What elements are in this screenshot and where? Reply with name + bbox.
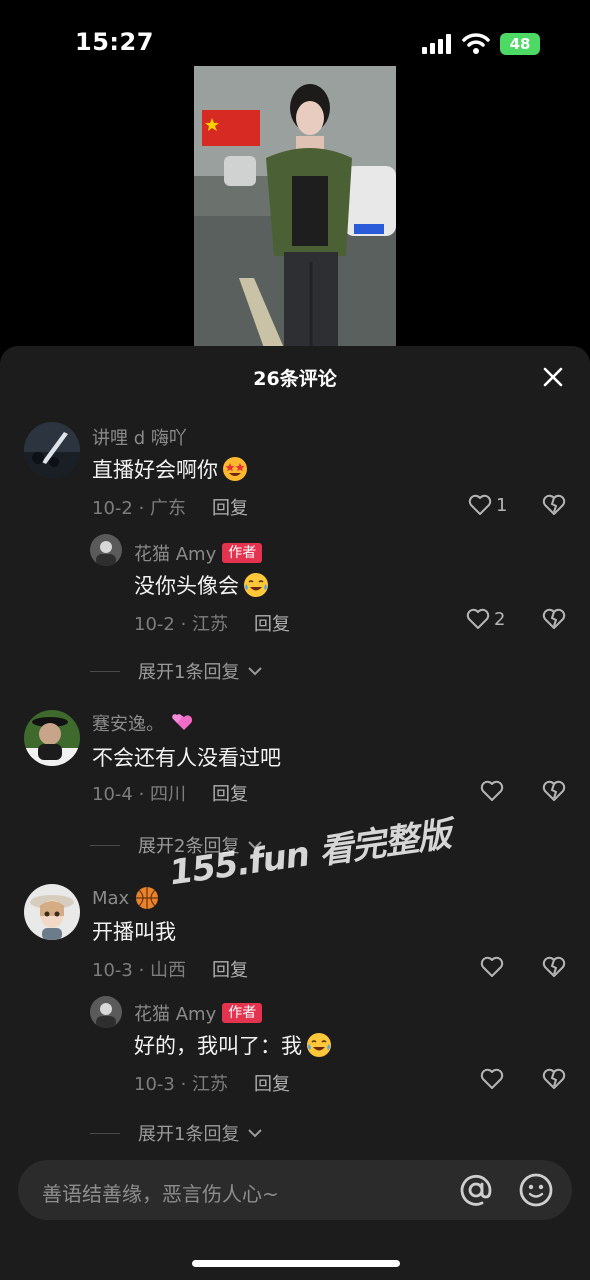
starstruck-emoji-icon xyxy=(223,457,247,481)
divider-line xyxy=(90,670,120,672)
comment-input-bar[interactable]: 善语结善缘，恶言伤人心~ xyxy=(18,1160,572,1220)
screen: 15:27 48 26条评论 讲哩 d 嗨吖 直播好会啊你 10-2 · 广东 … xyxy=(0,0,590,1280)
reply-button[interactable]: 回复 xyxy=(254,1070,290,1096)
avatar[interactable] xyxy=(24,422,80,478)
broken-heart-icon[interactable] xyxy=(541,954,567,980)
comment-date-location: 10-4 · 四川 xyxy=(92,784,187,805)
status-time: 15:27 xyxy=(75,28,154,56)
divider-line xyxy=(90,844,120,846)
comment-text: 不会还有人没看过吧 xyxy=(92,746,281,770)
comment-date-location: 10-3 · 山西 xyxy=(92,960,187,981)
comment-username[interactable]: 蹇安逸。 xyxy=(92,710,194,736)
avatar[interactable] xyxy=(90,996,122,1028)
expand-replies-button[interactable]: 展开1条回复 xyxy=(90,1120,263,1146)
home-indicator[interactable] xyxy=(192,1260,400,1267)
broken-heart-icon[interactable] xyxy=(541,606,567,632)
author-badge: 作者 xyxy=(222,543,263,563)
reply-button[interactable]: 回复 xyxy=(212,780,248,806)
like-button[interactable] xyxy=(480,1066,504,1092)
reply-button[interactable]: 回复 xyxy=(254,610,290,636)
comment-text: 开播叫我 xyxy=(92,920,176,944)
close-icon[interactable] xyxy=(540,364,566,390)
emoji-picker-icon[interactable] xyxy=(518,1172,554,1208)
crying-laughing-emoji-icon xyxy=(307,1033,331,1057)
avatar[interactable] xyxy=(90,534,122,566)
reply-username[interactable]: 花猫 Amy 作者 xyxy=(134,1000,263,1026)
broken-heart-icon[interactable] xyxy=(541,1066,567,1092)
heart-icon xyxy=(480,1068,504,1089)
reply-button[interactable]: 回复 xyxy=(212,956,248,982)
heart-icon xyxy=(480,956,504,977)
comment-sheet: 26条评论 讲哩 d 嗨吖 直播好会啊你 10-2 · 广东 回复 1 花猫 A… xyxy=(0,346,590,1280)
chevron-down-icon xyxy=(248,667,263,676)
comment-date-location: 10-2 · 广东 xyxy=(92,498,187,519)
reply-date-location: 10-2 · 江苏 xyxy=(134,614,229,635)
divider-line xyxy=(90,1132,120,1134)
comment-input[interactable]: 善语结善缘，恶言伤人心~ xyxy=(42,1178,279,1207)
broken-heart-icon[interactable] xyxy=(541,778,567,804)
battery-icon: 48 xyxy=(500,33,540,55)
comment-count-title: 26条评论 xyxy=(253,368,337,390)
like-button[interactable]: 2 xyxy=(466,606,505,632)
expand-replies-button[interactable]: 展开1条回复 xyxy=(90,658,263,684)
like-count: 2 xyxy=(494,608,506,630)
avatar[interactable] xyxy=(24,710,80,766)
reply-username[interactable]: 花猫 Amy 作者 xyxy=(134,540,263,566)
like-button[interactable] xyxy=(480,778,504,804)
reply-date-location: 10-3 · 江苏 xyxy=(134,1074,229,1095)
like-button[interactable]: 1 xyxy=(468,492,507,518)
comment-text: 直播好会啊你 xyxy=(92,454,248,484)
reply-button[interactable]: 回复 xyxy=(212,494,248,520)
like-button[interactable] xyxy=(480,954,504,980)
mention-icon[interactable] xyxy=(458,1172,494,1208)
avatar[interactable] xyxy=(24,884,80,940)
comment-username[interactable]: 讲哩 d 嗨吖 xyxy=(92,424,187,450)
basketball-icon xyxy=(136,887,159,909)
crying-laughing-emoji-icon xyxy=(244,573,268,597)
heart-icon xyxy=(480,780,504,801)
video-frame-image xyxy=(194,66,396,348)
reply-text: 好的，我叫了：我 xyxy=(134,1030,332,1060)
comment-username[interactable]: Max xyxy=(92,886,159,910)
watermark-text: 155.fun 看完整版 xyxy=(167,814,453,894)
heart-icon xyxy=(468,494,492,515)
video-thumbnail[interactable] xyxy=(194,66,396,348)
broken-heart-icon[interactable] xyxy=(541,492,567,518)
chevron-down-icon xyxy=(248,1129,263,1138)
battery-level: 48 xyxy=(509,35,531,53)
two-hearts-icon xyxy=(172,714,193,730)
wifi-icon xyxy=(462,33,490,54)
like-count: 1 xyxy=(496,494,508,516)
heart-icon xyxy=(466,608,490,629)
reply-text: 没你头像会 xyxy=(134,570,269,600)
signal-icon xyxy=(422,34,451,54)
author-badge: 作者 xyxy=(222,1003,263,1023)
